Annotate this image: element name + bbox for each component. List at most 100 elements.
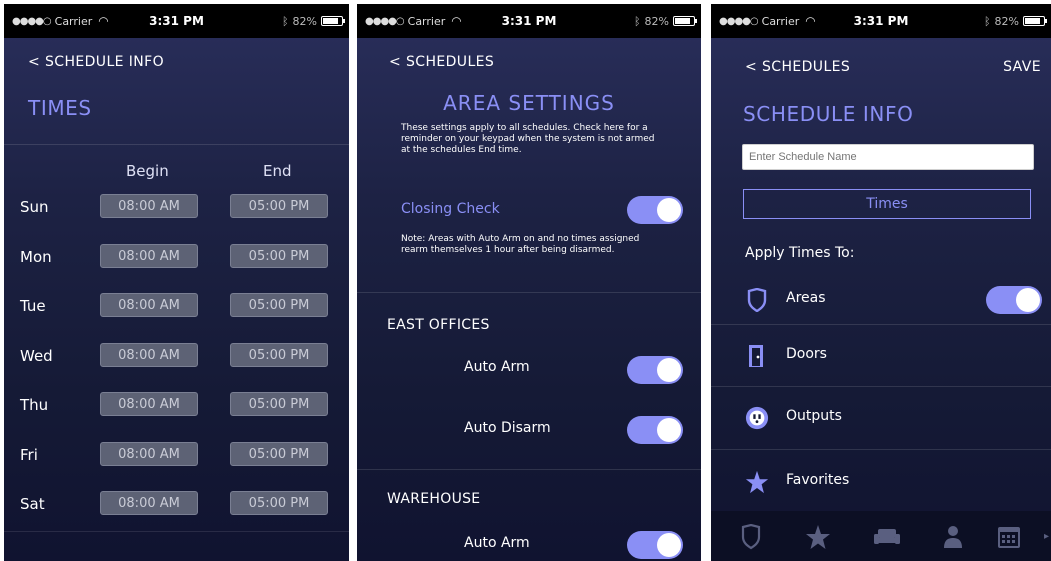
divider — [357, 469, 701, 470]
end-time-field[interactable]: 05:00 PM — [230, 491, 328, 515]
list-item-areas[interactable]: Areas — [711, 270, 1051, 330]
bluetooth-icon: ᛒ — [983, 14, 991, 28]
signal-icon: ●●●●○ — [12, 15, 52, 27]
divider — [711, 324, 1051, 325]
signal-icon: ●●●●○ — [719, 15, 759, 27]
calendar-icon[interactable] — [995, 523, 1023, 551]
list-item-doors[interactable]: Doors — [711, 326, 1051, 386]
battery-percent: 82% — [994, 14, 1019, 28]
bluetooth-icon: ᛒ — [281, 14, 289, 28]
page-title: AREA SETTINGS — [443, 91, 615, 115]
favorites-label: Favorites — [786, 472, 850, 488]
list-item-favorites[interactable]: Favorites — [711, 452, 1051, 512]
end-column-header: End — [263, 162, 292, 180]
day-label: Thu — [20, 396, 49, 414]
end-time-field[interactable]: 05:00 PM — [230, 293, 328, 317]
warehouse-auto-arm-toggle[interactable] — [627, 531, 683, 559]
begin-time-field[interactable]: 08:00 AM — [100, 441, 198, 466]
battery-percent: 82% — [292, 14, 317, 28]
save-button[interactable]: SAVE — [1003, 59, 1041, 75]
auto-disarm-toggle[interactable] — [627, 416, 683, 444]
begin-time-field[interactable]: 08:00 AM — [100, 243, 198, 268]
status-bar: ●●●●○ Carrier ◠ 3:31 PM ᛒ 82% — [4, 4, 349, 38]
closing-check-label: Closing Check — [401, 201, 500, 217]
area-settings-screen: ●●●●○ Carrier ◠ 3:31 PM ᛒ 82% < SCHEDULES A… — [357, 4, 701, 561]
apply-times-label: Apply Times To: — [745, 245, 855, 261]
toggle-knob — [1016, 288, 1040, 312]
page-title: SCHEDULE INFO — [743, 102, 914, 126]
back-button[interactable]: < SCHEDULE INFO — [28, 54, 164, 70]
day-label: Wed — [20, 346, 53, 365]
divider — [357, 292, 701, 293]
clock: 3:31 PM — [501, 14, 557, 28]
outputs-label: Outputs — [786, 408, 842, 424]
begin-time-field[interactable]: 08:00 AM — [100, 392, 198, 416]
list-item-outputs[interactable]: Outputs — [711, 388, 1051, 448]
end-time-field[interactable]: 05:00 PM — [230, 392, 328, 416]
day-label: Mon — [20, 247, 52, 266]
times-button[interactable]: Times — [743, 189, 1031, 219]
day-label: Tue — [20, 297, 46, 315]
auto-arm-label: Auto Arm — [464, 359, 530, 375]
divider — [4, 531, 349, 532]
schedule-info-screen: ●●●●○ Carrier ◠ 3:31 PM ᛒ 82% < SCHEDULES S… — [711, 4, 1051, 561]
clock: 3:31 PM — [149, 14, 204, 28]
divider — [4, 144, 349, 145]
battery-icon — [321, 16, 345, 26]
back-button[interactable]: < SCHEDULES — [745, 59, 850, 75]
battery-icon — [673, 16, 697, 26]
user-icon[interactable] — [939, 523, 967, 551]
tab-bar: ▸ — [711, 511, 1051, 561]
more-tabs-icon[interactable]: ▸ — [1044, 531, 1049, 542]
outlet-icon — [745, 406, 769, 430]
wifi-icon: ◠ — [805, 14, 816, 28]
day-row: Sat 08:00 AM 05:00 PM — [4, 487, 349, 527]
toggle-knob — [657, 198, 681, 222]
group-header-warehouse: WAREHOUSE — [387, 491, 481, 507]
areas-toggle[interactable] — [986, 286, 1042, 314]
sofa-icon[interactable] — [873, 523, 901, 551]
group-header-east-offices: EAST OFFICES — [387, 317, 490, 333]
day-label: Fri — [20, 445, 38, 464]
end-time-field[interactable]: 05:00 PM — [230, 342, 328, 367]
status-bar: ●●●●○ Carrier ◠ 3:31 PM ᛒ 82% — [711, 4, 1051, 38]
day-row: Tue 08:00 AM 05:00 PM — [4, 289, 349, 329]
day-row: Wed 08:00 AM 05:00 PM — [4, 339, 349, 379]
end-time-field[interactable]: 05:00 PM — [230, 441, 328, 466]
warehouse-auto-arm-label: Auto Arm — [464, 535, 530, 551]
star-icon[interactable] — [804, 523, 832, 551]
bluetooth-icon: ᛒ — [633, 14, 641, 28]
shield-icon[interactable] — [737, 523, 765, 551]
end-time-field[interactable]: 05:00 PM — [230, 243, 328, 268]
begin-column-header: Begin — [126, 162, 169, 180]
day-label: Sun — [20, 198, 49, 216]
begin-time-field[interactable]: 08:00 AM — [100, 342, 198, 367]
schedule-name-input[interactable] — [742, 144, 1034, 170]
end-time-field[interactable]: 05:00 PM — [230, 194, 328, 218]
battery-icon — [1023, 16, 1047, 26]
begin-time-field[interactable]: 08:00 AM — [100, 293, 198, 317]
begin-time-field[interactable]: 08:00 AM — [100, 491, 198, 515]
auto-disarm-label: Auto Disarm — [464, 420, 551, 436]
auto-arm-toggle[interactable] — [627, 356, 683, 384]
back-button[interactable]: < SCHEDULES — [389, 54, 494, 70]
doors-label: Doors — [786, 346, 827, 362]
wifi-icon: ◠ — [98, 14, 109, 28]
signal-icon: ●●●●○ — [365, 15, 405, 27]
carrier-label: Carrier — [54, 14, 93, 28]
day-row: Mon 08:00 AM 05:00 PM — [4, 240, 349, 280]
battery-percent: 82% — [644, 14, 669, 28]
day-row: Sun 08:00 AM 05:00 PM — [4, 190, 349, 230]
closing-check-toggle[interactable] — [627, 196, 683, 224]
carrier-label: Carrier — [407, 14, 446, 28]
wifi-icon: ◠ — [451, 14, 462, 28]
status-bar: ●●●●○ Carrier ◠ 3:31 PM ᛒ 82% — [357, 4, 701, 38]
door-icon — [745, 344, 769, 368]
carrier-label: Carrier — [761, 14, 800, 28]
day-row: Thu 08:00 AM 05:00 PM — [4, 388, 349, 428]
begin-time-field[interactable]: 08:00 AM — [100, 194, 198, 218]
note-text: Note: Areas with Auto Arm on and no time… — [401, 234, 640, 255]
page-title: TIMES — [28, 96, 92, 120]
shield-icon — [745, 288, 769, 312]
divider — [711, 386, 1051, 387]
